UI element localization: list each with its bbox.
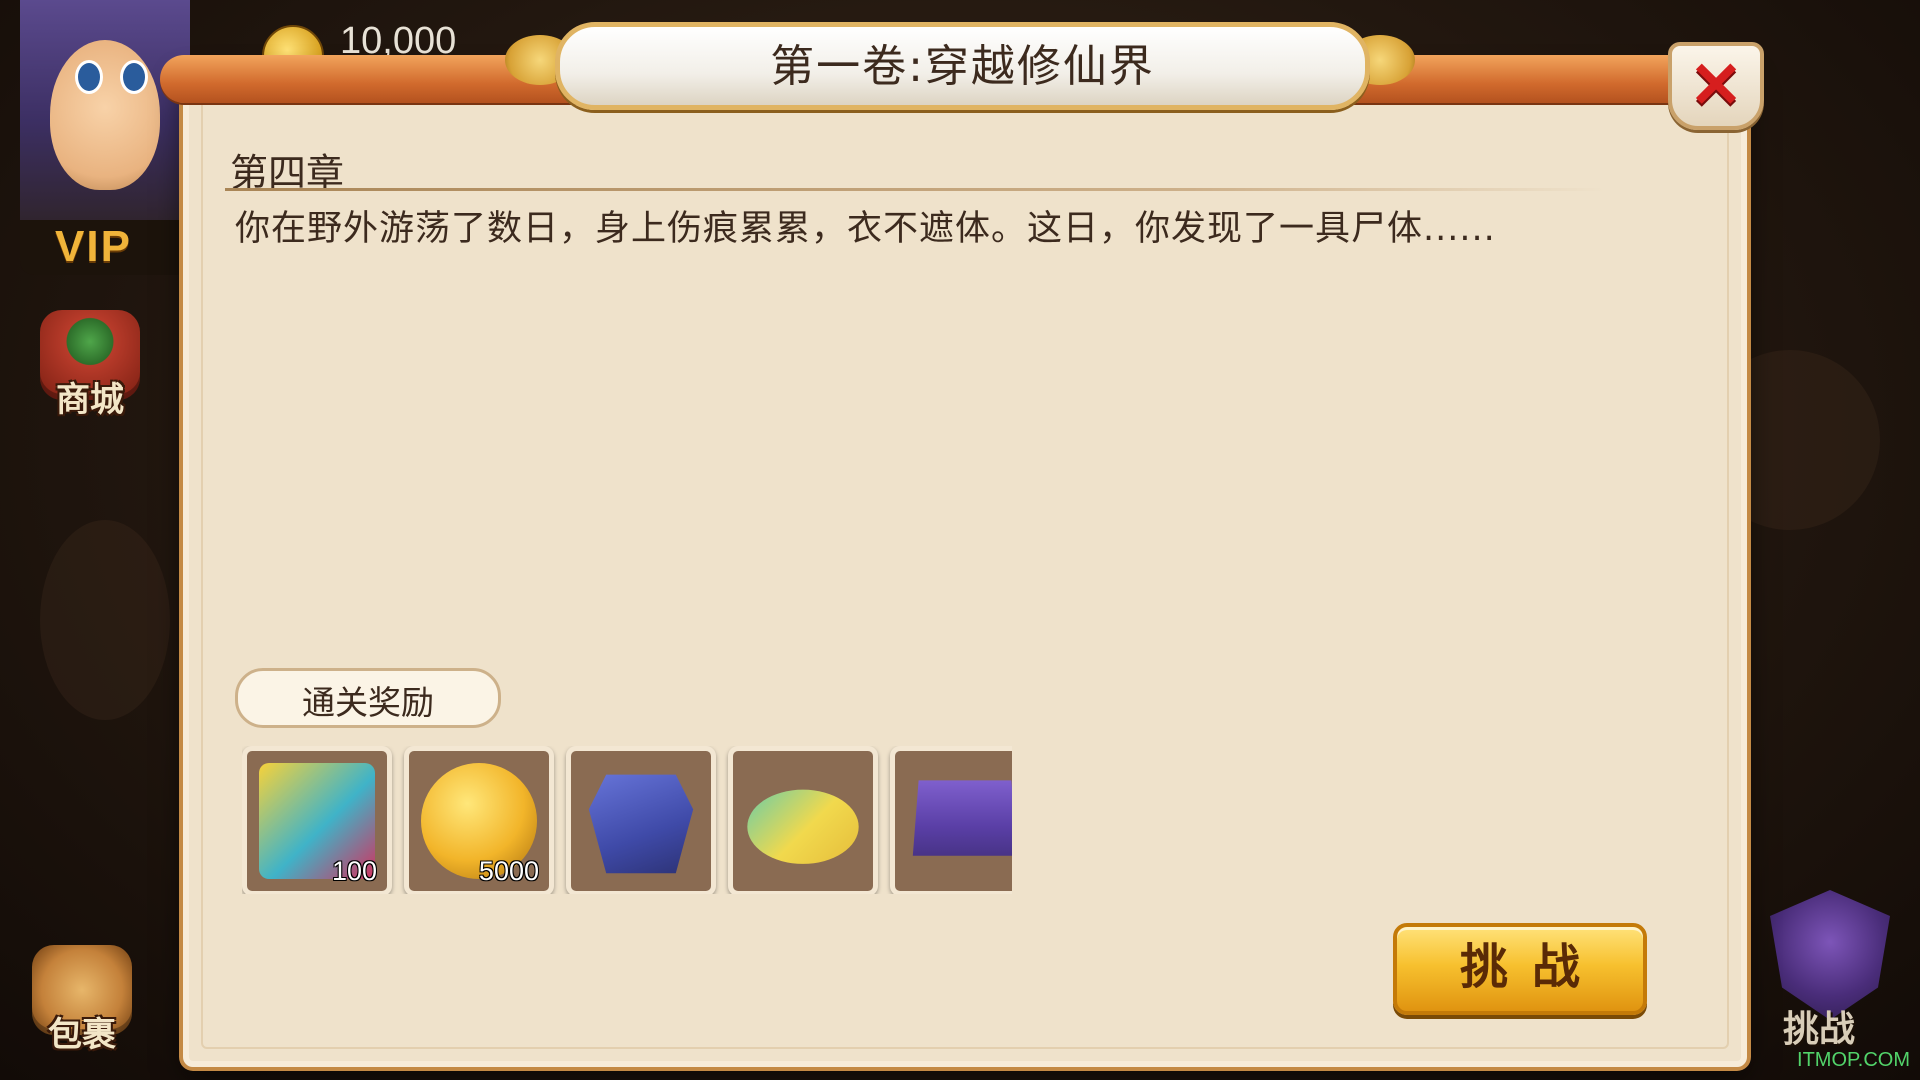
challenge-shortcut-button[interactable]: 挑战 <box>1755 890 1905 1060</box>
background-ornament <box>40 520 170 720</box>
dialog-title: 第一卷:穿越修仙界 <box>770 41 1155 92</box>
reward-item[interactable] <box>728 746 878 894</box>
challenge-shortcut-label: 挑战 <box>1783 1009 1856 1050</box>
challenge-button-label: 挑战 <box>1459 939 1604 995</box>
store-label: 商城 <box>56 380 124 420</box>
bag-button[interactable]: 包裹 <box>22 945 142 1065</box>
reward-quantity: 5000 <box>478 856 539 886</box>
reward-item[interactable]: 100 <box>242 746 392 894</box>
shoes-icon <box>747 789 859 864</box>
chapter-divider <box>225 188 1605 191</box>
reward-item[interactable] <box>890 746 1012 894</box>
reward-list: 100 5000 <box>242 746 1012 894</box>
reward-item[interactable] <box>566 746 716 894</box>
chapter-story-text: 你在野外游荡了数日，身上伤痕累累，衣不遮体。这日，你发现了一具尸体...... <box>235 209 1496 249</box>
store-button[interactable]: 商城 <box>30 310 150 430</box>
close-icon: ✕ <box>1689 49 1743 121</box>
reward-label: 通关奖励 <box>302 683 434 722</box>
reward-item[interactable]: 5000 <box>404 746 554 894</box>
avatar-face <box>50 40 160 190</box>
vip-label: VIP <box>55 222 132 271</box>
robe-icon <box>588 774 694 874</box>
avatar-eye <box>120 60 148 94</box>
reward-quantity: 100 <box>331 856 377 886</box>
watermark: ITMOP.COM <box>1797 1049 1910 1071</box>
close-button[interactable]: ✕ <box>1668 42 1764 130</box>
challenge-button[interactable]: 挑战 <box>1393 923 1647 1015</box>
belt-icon <box>912 780 1012 856</box>
bag-label: 包裹 <box>48 1015 116 1055</box>
avatar-eye <box>75 60 103 94</box>
